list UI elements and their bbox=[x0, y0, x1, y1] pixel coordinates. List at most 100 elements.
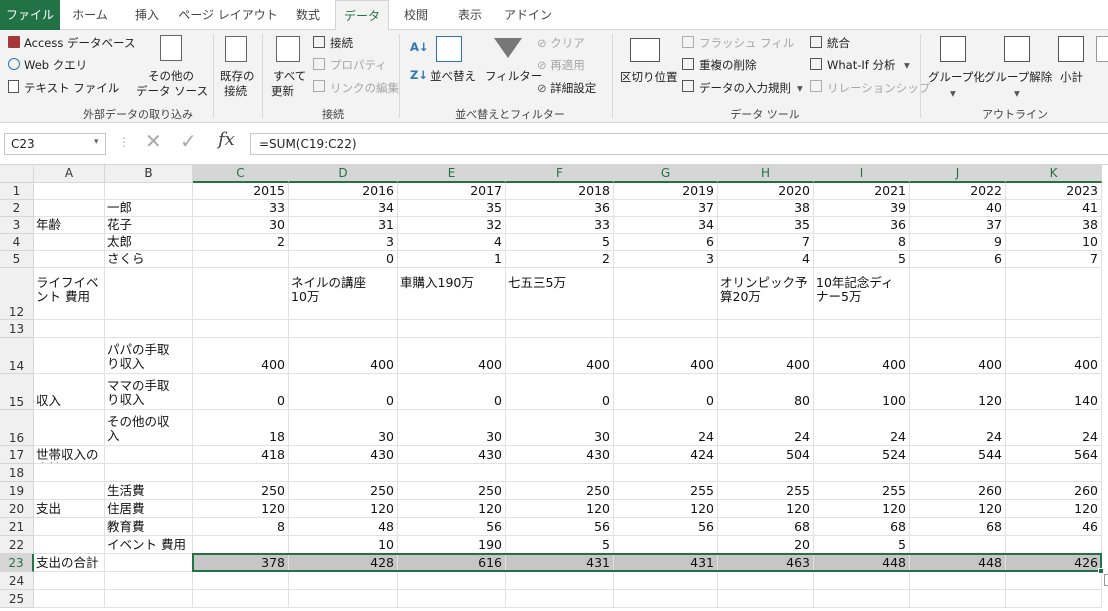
cell-C22[interactable] bbox=[193, 536, 289, 554]
column-header-H[interactable]: H bbox=[718, 165, 814, 183]
cell-J24[interactable] bbox=[910, 572, 1006, 590]
cell-F18[interactable] bbox=[506, 464, 614, 482]
row-header-24[interactable]: 24 bbox=[0, 572, 34, 590]
existing-connections-label-2[interactable]: 接続 bbox=[224, 84, 247, 98]
cell-B2[interactable]: 一郎 bbox=[105, 200, 193, 217]
cell-B5[interactable]: さくら bbox=[105, 251, 193, 268]
cell-A12[interactable]: ライフイベント 費用 bbox=[34, 268, 105, 320]
cell-H1[interactable]: 2020 bbox=[718, 183, 814, 200]
column-header-A[interactable]: A bbox=[34, 165, 105, 183]
refresh-all-label-1[interactable]: すべて bbox=[273, 69, 306, 83]
cell-J5[interactable]: 6 bbox=[910, 251, 1006, 268]
cell-J19[interactable]: 260 bbox=[910, 482, 1006, 500]
cell-A15[interactable]: 収入 bbox=[34, 374, 105, 410]
cell-B15[interactable]: ママの手取 り収入 bbox=[105, 374, 193, 410]
cell-G4[interactable]: 6 bbox=[614, 234, 718, 251]
cell-H21[interactable]: 68 bbox=[718, 518, 814, 536]
cell-H14[interactable]: 400 bbox=[718, 338, 814, 374]
cell-E25[interactable] bbox=[398, 590, 506, 608]
clear-button[interactable]: ⊘ クリア bbox=[537, 36, 585, 50]
cell-D16[interactable]: 30 bbox=[289, 410, 398, 446]
cell-A5[interactable] bbox=[34, 251, 105, 268]
cell-J16[interactable]: 24 bbox=[910, 410, 1006, 446]
cell-F3[interactable]: 33 bbox=[506, 217, 614, 234]
cell-B13[interactable] bbox=[105, 320, 193, 338]
subtotal-button[interactable]: 小計 bbox=[1060, 70, 1083, 84]
access-db-button[interactable]: Access データベース bbox=[24, 36, 135, 50]
cell-J15[interactable]: 120 bbox=[910, 374, 1006, 410]
select-all-corner[interactable] bbox=[0, 165, 34, 183]
cell-D18[interactable] bbox=[289, 464, 398, 482]
cell-F24[interactable] bbox=[506, 572, 614, 590]
name-box-dropdown-icon[interactable]: ▾ bbox=[94, 137, 99, 147]
cell-C23[interactable]: 378 bbox=[193, 554, 289, 572]
cell-E16[interactable]: 30 bbox=[398, 410, 506, 446]
cell-F1[interactable]: 2018 bbox=[506, 183, 614, 200]
cell-A25[interactable] bbox=[34, 590, 105, 608]
cell-G19[interactable]: 255 bbox=[614, 482, 718, 500]
cell-D14[interactable]: 400 bbox=[289, 338, 398, 374]
cell-I17[interactable]: 524 bbox=[814, 446, 910, 464]
cell-I25[interactable] bbox=[814, 590, 910, 608]
cell-G16[interactable]: 24 bbox=[614, 410, 718, 446]
cell-J13[interactable] bbox=[910, 320, 1006, 338]
cell-K19[interactable]: 260 bbox=[1006, 482, 1102, 500]
row-header-25[interactable]: 25 bbox=[0, 590, 34, 608]
refresh-all-label-2[interactable]: 更新 bbox=[271, 84, 294, 98]
cell-C19[interactable]: 250 bbox=[193, 482, 289, 500]
existing-connections-label-1[interactable]: 既存の bbox=[220, 69, 255, 83]
row-header-15[interactable]: 15 bbox=[0, 374, 34, 410]
cell-K25[interactable] bbox=[1006, 590, 1102, 608]
remove-duplicates-button[interactable]: 重複の削除 bbox=[699, 58, 757, 72]
cell-F12[interactable]: 七五三5万 bbox=[506, 268, 614, 320]
cell-E12[interactable]: 車購入190万 bbox=[398, 268, 506, 320]
cell-B3[interactable]: 花子 bbox=[105, 217, 193, 234]
tab-7[interactable]: 表示 bbox=[444, 0, 496, 30]
cell-I15[interactable]: 100 bbox=[814, 374, 910, 410]
cell-B14[interactable]: パパの手取 り収入 bbox=[105, 338, 193, 374]
cell-G15[interactable]: 0 bbox=[614, 374, 718, 410]
column-header-K[interactable]: K bbox=[1006, 165, 1102, 183]
cell-H13[interactable] bbox=[718, 320, 814, 338]
cell-D21[interactable]: 48 bbox=[289, 518, 398, 536]
tab-3[interactable]: ページ レイアウト bbox=[176, 0, 280, 30]
cancel-icon[interactable]: ✕ bbox=[145, 129, 162, 153]
reapply-button[interactable]: ⊘ 再適用 bbox=[537, 58, 585, 72]
cell-I5[interactable]: 5 bbox=[814, 251, 910, 268]
flash-fill-button[interactable]: フラッシュ フィル bbox=[699, 36, 794, 50]
cell-K14[interactable]: 400 bbox=[1006, 338, 1102, 374]
cell-D22[interactable]: 10 bbox=[289, 536, 398, 554]
cell-E23[interactable]: 616 bbox=[398, 554, 506, 572]
cell-I14[interactable]: 400 bbox=[814, 338, 910, 374]
cell-D13[interactable] bbox=[289, 320, 398, 338]
cell-B22[interactable]: イベント 費用 bbox=[105, 536, 193, 554]
cell-A18[interactable] bbox=[34, 464, 105, 482]
data-validation-dropdown-icon[interactable]: ▾ bbox=[797, 81, 803, 95]
cell-G14[interactable]: 400 bbox=[614, 338, 718, 374]
cell-J21[interactable]: 68 bbox=[910, 518, 1006, 536]
edit-links-button[interactable]: リンクの編集 bbox=[330, 81, 399, 95]
relationships-button[interactable]: リレーションシップ bbox=[827, 81, 930, 95]
cell-A17[interactable]: 世帯収入の合計 bbox=[34, 446, 105, 464]
cell-I13[interactable] bbox=[814, 320, 910, 338]
connections-button[interactable]: 接続 bbox=[330, 36, 353, 50]
cell-G2[interactable]: 37 bbox=[614, 200, 718, 217]
cell-A1[interactable] bbox=[34, 183, 105, 200]
cell-H24[interactable] bbox=[718, 572, 814, 590]
row-header-16[interactable]: 16 bbox=[0, 410, 34, 446]
cell-B21[interactable]: 教育費 bbox=[105, 518, 193, 536]
cell-G17[interactable]: 424 bbox=[614, 446, 718, 464]
cell-B1[interactable] bbox=[105, 183, 193, 200]
cell-G24[interactable] bbox=[614, 572, 718, 590]
column-header-J[interactable]: J bbox=[910, 165, 1006, 183]
row-header-14[interactable]: 14 bbox=[0, 338, 34, 374]
cell-G1[interactable]: 2019 bbox=[614, 183, 718, 200]
cell-F21[interactable]: 56 bbox=[506, 518, 614, 536]
cell-H18[interactable] bbox=[718, 464, 814, 482]
column-header-I[interactable]: I bbox=[814, 165, 910, 183]
tab-5[interactable]: データ bbox=[335, 0, 389, 31]
cell-F13[interactable] bbox=[506, 320, 614, 338]
cell-H19[interactable]: 255 bbox=[718, 482, 814, 500]
cell-J17[interactable]: 544 bbox=[910, 446, 1006, 464]
tab-8[interactable]: アドイン bbox=[498, 0, 558, 30]
